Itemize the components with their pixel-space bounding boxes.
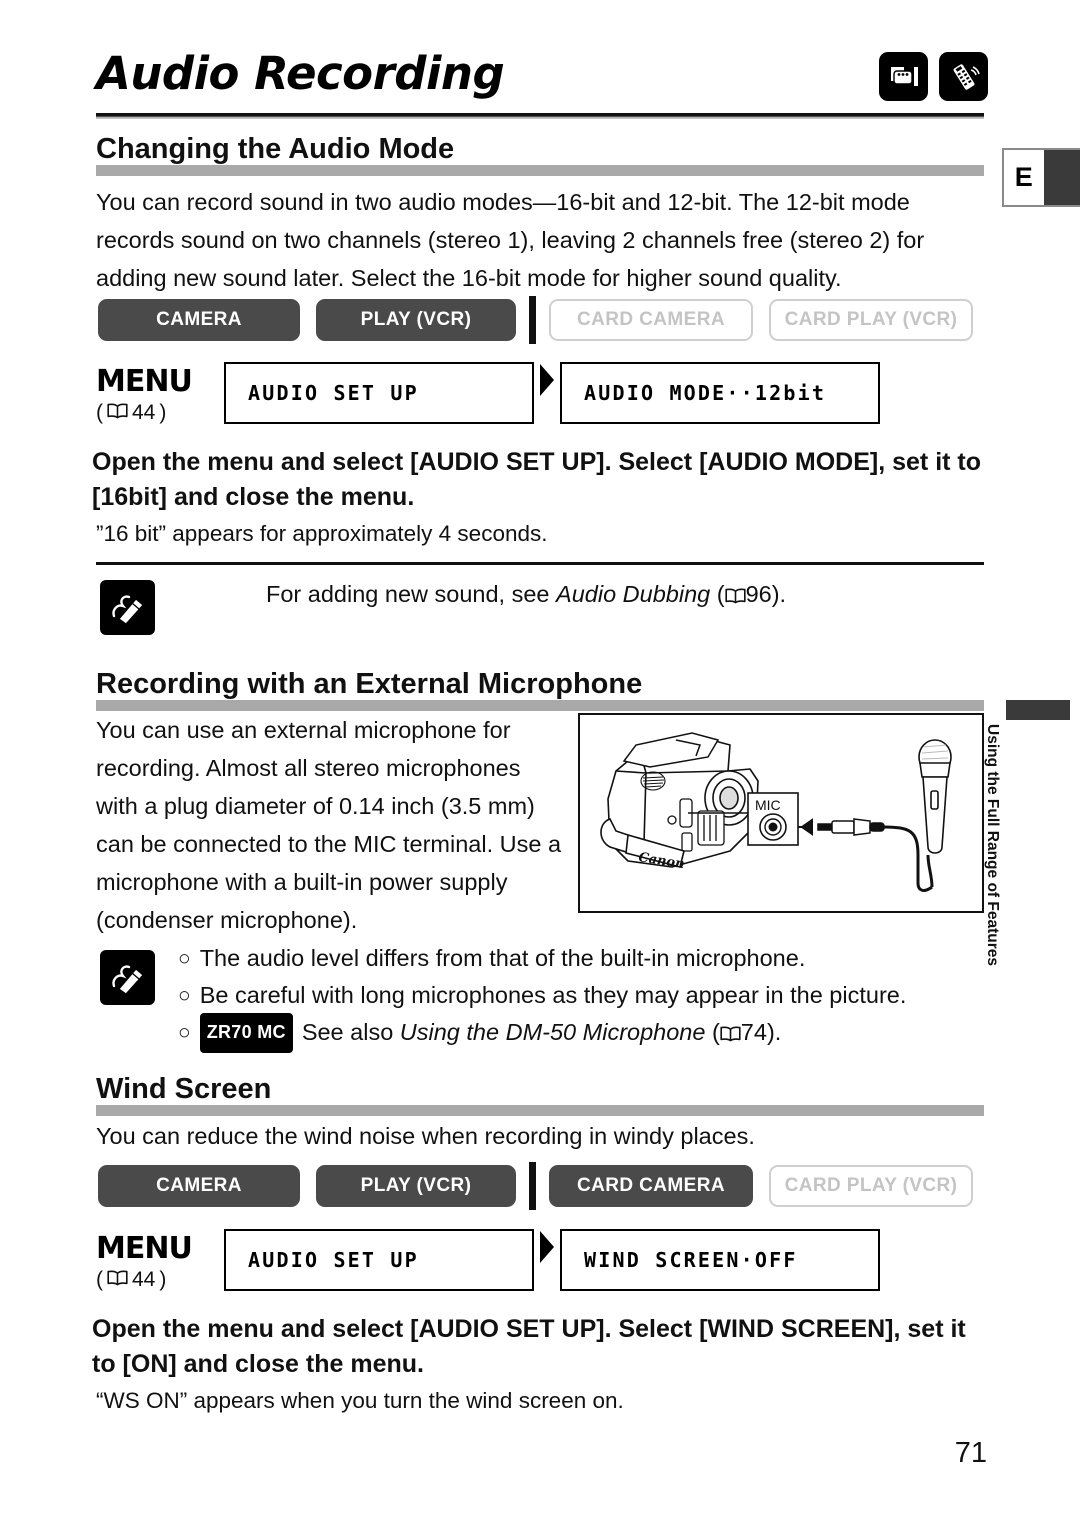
note-divider	[96, 562, 984, 565]
mode-button-camera[interactable]: CAMERA	[98, 1165, 300, 1207]
menu-box-audio-set-up[interactable]: AUDIO SET UP	[224, 362, 534, 424]
mode-separator	[529, 296, 536, 344]
bullet-page-ref: 74	[740, 1019, 767, 1045]
document-page: Audio Recording E Using the Full Range o…	[0, 0, 1080, 1534]
language-tab: E	[1002, 148, 1080, 207]
menu-path-audio-mode: MENU ( 44) AUDIO SET UP AUDIO MODE··12bi…	[96, 362, 880, 425]
mode-button-card-play-vcr[interactable]: CARD PLAY (VCR)	[769, 299, 973, 341]
note-bullet-list: ○ The audio level differs from that of t…	[178, 940, 978, 1055]
menu-page-number: 44	[132, 1268, 156, 1291]
section-heading-wind-screen: Wind Screen	[96, 1073, 272, 1105]
title-divider	[96, 113, 984, 119]
remote-control-icon	[939, 52, 988, 101]
memo-pencil-icon	[100, 580, 155, 635]
bullet-text: See also Using the DM-50 Microphone (74)…	[302, 1014, 781, 1053]
mode-button-camera[interactable]: CAMERA	[98, 299, 300, 341]
list-item: ○ Be careful with long microphones as th…	[178, 977, 978, 1014]
menu-word: MENU	[96, 364, 193, 399]
status-badge: ZR70 MC	[199, 1013, 293, 1053]
subtext-audio-mode: ”16 bit” appears for approximately 4 sec…	[96, 521, 548, 546]
menu-path-wind-screen: MENU ( 44) AUDIO SET UP WIND SCREEN·OFF	[96, 1229, 880, 1292]
mode-button-play-vcr[interactable]: PLAY (VCR)	[316, 1165, 516, 1207]
menu-arrow-icon	[534, 362, 560, 398]
book-icon	[724, 578, 746, 615]
subtext-wind-screen: “WS ON” appears when you turn the wind s…	[96, 1388, 624, 1413]
language-tab-letter: E	[1004, 150, 1044, 205]
mode-button-play-vcr[interactable]: PLAY (VCR)	[316, 299, 516, 341]
book-icon	[107, 1268, 128, 1292]
camcorder-tape-icon	[879, 52, 928, 101]
note-text-italic: Audio Dubbing	[556, 581, 711, 607]
menu-arrow-icon	[534, 1229, 560, 1265]
note-text-pre: For adding new sound, see	[266, 581, 557, 607]
list-item: ○ The audio level differs from that of t…	[178, 940, 978, 977]
header-icon-group	[879, 52, 988, 101]
page-number: 71	[954, 1437, 987, 1469]
paren-open: (	[96, 401, 103, 424]
bullet-marker: ○	[178, 984, 191, 1007]
list-item: ○ ZR70 MC See also Using the DM-50 Micro…	[178, 1013, 978, 1055]
bullet-text: Be careful with long microphones as they…	[199, 982, 907, 1008]
note-external-mic: ○ The audio level differs from that of t…	[96, 928, 984, 1053]
menu-page-number: 44	[132, 401, 156, 424]
menu-box-wind-screen[interactable]: WIND SCREEN·OFF	[560, 1229, 880, 1291]
language-tab-fill	[1043, 150, 1080, 205]
menu-box-audio-set-up[interactable]: AUDIO SET UP	[224, 1229, 534, 1291]
mode-buttons-wind-screen: CAMERA PLAY (VCR) CARD CAMERA CARD PLAY …	[98, 1162, 973, 1210]
section-heading-audio-mode: Changing the Audio Mode	[96, 133, 455, 165]
section-body-audio-mode: You can record sound in two audio modes—…	[96, 189, 925, 291]
mode-button-card-camera[interactable]: CARD CAMERA	[549, 299, 753, 341]
section-heading-external-mic: Recording with an External Microphone	[96, 668, 643, 700]
memo-pencil-icon	[100, 950, 155, 1005]
page-title: Audio Recording	[96, 47, 505, 100]
instruction-wind-screen: Open the menu and select [AUDIO SET UP].…	[92, 1315, 966, 1378]
figure-camcorder-mic-connection: Canon MIC	[578, 713, 984, 913]
instruction-audio-mode: Open the menu and select [AUDIO SET UP].…	[92, 448, 982, 511]
mode-button-card-camera[interactable]: CARD CAMERA	[549, 1165, 753, 1207]
note-page-ref: 96	[745, 581, 772, 607]
menu-word: MENU	[96, 1231, 193, 1266]
section-body-wind-screen: You can reduce the wind noise when recor…	[96, 1123, 755, 1149]
mode-buttons-audio-mode: CAMERA PLAY (VCR) CARD CAMERA CARD PLAY …	[98, 296, 973, 344]
menu-label-block: MENU ( 44)	[96, 1229, 224, 1292]
model-badge: ZR70 MC	[199, 1013, 293, 1055]
mode-separator	[529, 1162, 536, 1210]
section-body-external-mic: You can use an external microphone for r…	[96, 717, 562, 933]
menu-page-ref: ( 44)	[96, 1268, 167, 1292]
book-icon	[720, 1016, 741, 1053]
mode-button-card-play-vcr[interactable]: CARD PLAY (VCR)	[769, 1165, 973, 1207]
svg-text:MIC: MIC	[755, 797, 781, 813]
menu-box-audio-mode[interactable]: AUDIO MODE··12bit	[560, 362, 880, 424]
note-audio-dubbing: For adding new sound, see Audio Dubbing …	[96, 562, 984, 642]
bullet-marker: ○	[178, 1021, 191, 1044]
note-text: For adding new sound, see Audio Dubbing …	[266, 576, 966, 615]
bullet-marker: ○	[178, 947, 191, 970]
menu-page-ref: ( 44)	[96, 401, 167, 425]
bullet-text-italic: Using the DM-50 Microphone	[399, 1019, 706, 1045]
side-tab-marker	[1006, 700, 1070, 720]
book-icon	[107, 401, 128, 425]
menu-label-block: MENU ( 44)	[96, 362, 224, 425]
bullet-text: The audio level differs from that of the…	[199, 945, 806, 971]
